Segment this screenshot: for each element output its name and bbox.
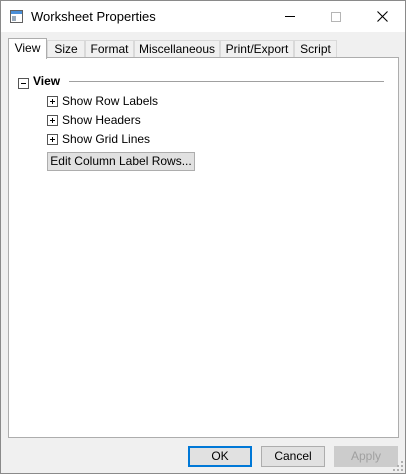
- minimize-icon: [285, 16, 295, 17]
- show-grid-lines-label: Show Grid Lines: [62, 132, 151, 146]
- tab-strip: View Size Format Miscellaneous Print/Exp…: [8, 38, 400, 59]
- minimize-button[interactable]: [267, 1, 313, 32]
- cancel-button[interactable]: Cancel: [261, 446, 325, 467]
- close-button[interactable]: [359, 1, 405, 32]
- tab-view[interactable]: View: [8, 38, 47, 59]
- tab-size[interactable]: Size: [47, 40, 85, 57]
- tab-format[interactable]: Format: [85, 40, 134, 57]
- show-row-labels-label: Show Row Labels: [62, 94, 159, 108]
- expand-show-headers-icon[interactable]: [47, 115, 58, 126]
- tab-script[interactable]: Script: [294, 40, 337, 57]
- view-tab-panel: View Show Row Labels Show Headers Show G…: [8, 57, 399, 438]
- title-bar[interactable]: Worksheet Properties: [1, 1, 405, 32]
- worksheet-properties-dialog: Worksheet Properties View Size Format Mi…: [0, 0, 406, 474]
- tab-miscellaneous[interactable]: Miscellaneous: [134, 40, 220, 57]
- section-title-view: View: [33, 74, 61, 88]
- show-headers-label: Show Headers: [62, 113, 141, 127]
- section-divider: [69, 81, 384, 82]
- window-app-icon: [10, 10, 23, 23]
- collapse-view-section-icon[interactable]: [18, 78, 29, 89]
- expand-show-row-labels-icon[interactable]: [47, 96, 58, 107]
- maximize-button: [313, 1, 359, 32]
- maximize-icon: [331, 11, 341, 22]
- expand-show-grid-lines-icon[interactable]: [47, 134, 58, 145]
- apply-button: Apply: [334, 446, 398, 467]
- tab-print-export[interactable]: Print/Export: [220, 40, 294, 57]
- close-icon: [376, 11, 388, 22]
- edit-column-label-rows-button[interactable]: Edit Column Label Rows...: [47, 152, 195, 171]
- ok-button[interactable]: OK: [188, 446, 252, 467]
- resize-grip-icon[interactable]: [393, 461, 403, 471]
- window-title: Worksheet Properties: [31, 9, 156, 24]
